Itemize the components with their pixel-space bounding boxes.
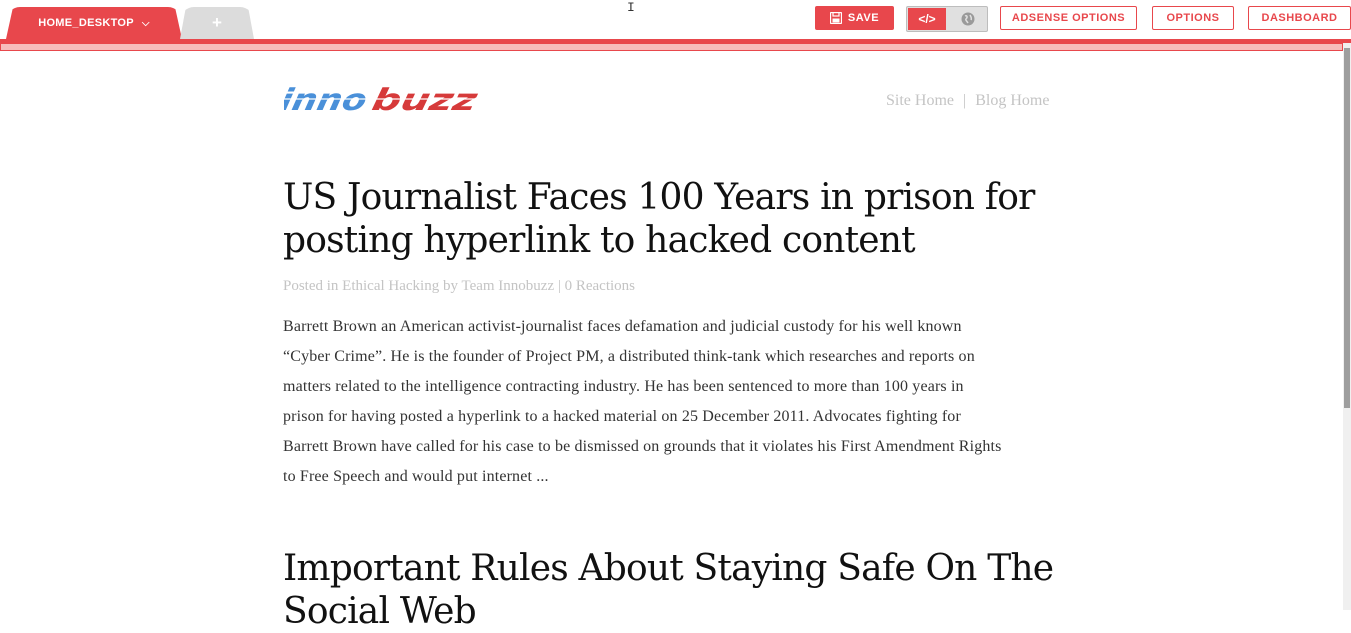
scrollbar-thumb[interactable]: [1344, 48, 1350, 408]
excerpt-line: “Cyber Crime”. He is the founder of Proj…: [283, 348, 975, 365]
adsense-options-label: ADSENSE OPTIONS: [1011, 12, 1126, 24]
options-button[interactable]: OPTIONS: [1152, 6, 1234, 30]
post-title[interactable]: US Journalist Faces 100 Years in prison …: [283, 176, 1035, 262]
site-home-link[interactable]: Site Home: [886, 92, 954, 109]
code-view-icon[interactable]: </>: [908, 8, 946, 30]
post-meta: Posted in Ethical Hacking by Team Innobu…: [283, 278, 636, 294]
options-label: OPTIONS: [1166, 12, 1220, 24]
post-title[interactable]: Important Rules About Staying Safe On Th…: [283, 547, 1054, 633]
view-mode-toggle[interactable]: </>: [906, 6, 988, 32]
adsense-options-button[interactable]: ADSENSE OPTIONS: [1000, 6, 1137, 30]
excerpt-line: Barrett Brown an American activist-journ…: [283, 318, 962, 335]
globe-icon[interactable]: [949, 8, 987, 30]
excerpt-line: to Free Speech and would put internet ..…: [283, 468, 549, 485]
tab-home-desktop[interactable]: HOME_DESKTOP ⌵: [6, 7, 182, 39]
text-cursor-icon: I: [627, 0, 635, 15]
plus-icon: +: [212, 13, 222, 32]
post-title-line: Social Web: [283, 591, 477, 632]
post-title-line: posting hyperlink to hacked content: [283, 220, 916, 261]
chevron-down-icon[interactable]: ⌵: [142, 18, 150, 29]
blog-home-link[interactable]: Blog Home: [975, 92, 1049, 109]
tab-label: HOME_DESKTOP: [38, 17, 134, 29]
floppy-disk-icon: [829, 12, 842, 24]
save-label: SAVE: [847, 12, 880, 24]
excerpt-line: matters related to the intelligence cont…: [283, 378, 964, 395]
post-title-line: Important Rules About Staying Safe On Th…: [283, 548, 1054, 589]
post-title-line: US Journalist Faces 100 Years in prison …: [283, 177, 1035, 218]
innobuzz-logo[interactable]: inno buzz: [284, 84, 484, 114]
excerpt-line: Barrett Brown have called for his case t…: [283, 438, 1002, 455]
blog-nav: Site Home | Blog Home: [886, 92, 1049, 110]
nav-separator: |: [963, 92, 967, 109]
add-tab-button[interactable]: +: [180, 7, 254, 39]
dashboard-button[interactable]: DASHBOARD: [1248, 6, 1351, 30]
selected-region-highlight[interactable]: [0, 43, 1343, 51]
save-button[interactable]: SAVE: [815, 6, 894, 30]
dashboard-label: DASHBOARD: [1261, 12, 1338, 24]
editor-toolbar: HOME_DESKTOP ⌵ + I SAVE </> ADSENSE OPTI…: [0, 0, 1351, 40]
excerpt-line: prison for having posted a hyperlink to …: [283, 408, 961, 425]
post-excerpt: Barrett Brown an American activist-journ…: [283, 312, 1073, 492]
